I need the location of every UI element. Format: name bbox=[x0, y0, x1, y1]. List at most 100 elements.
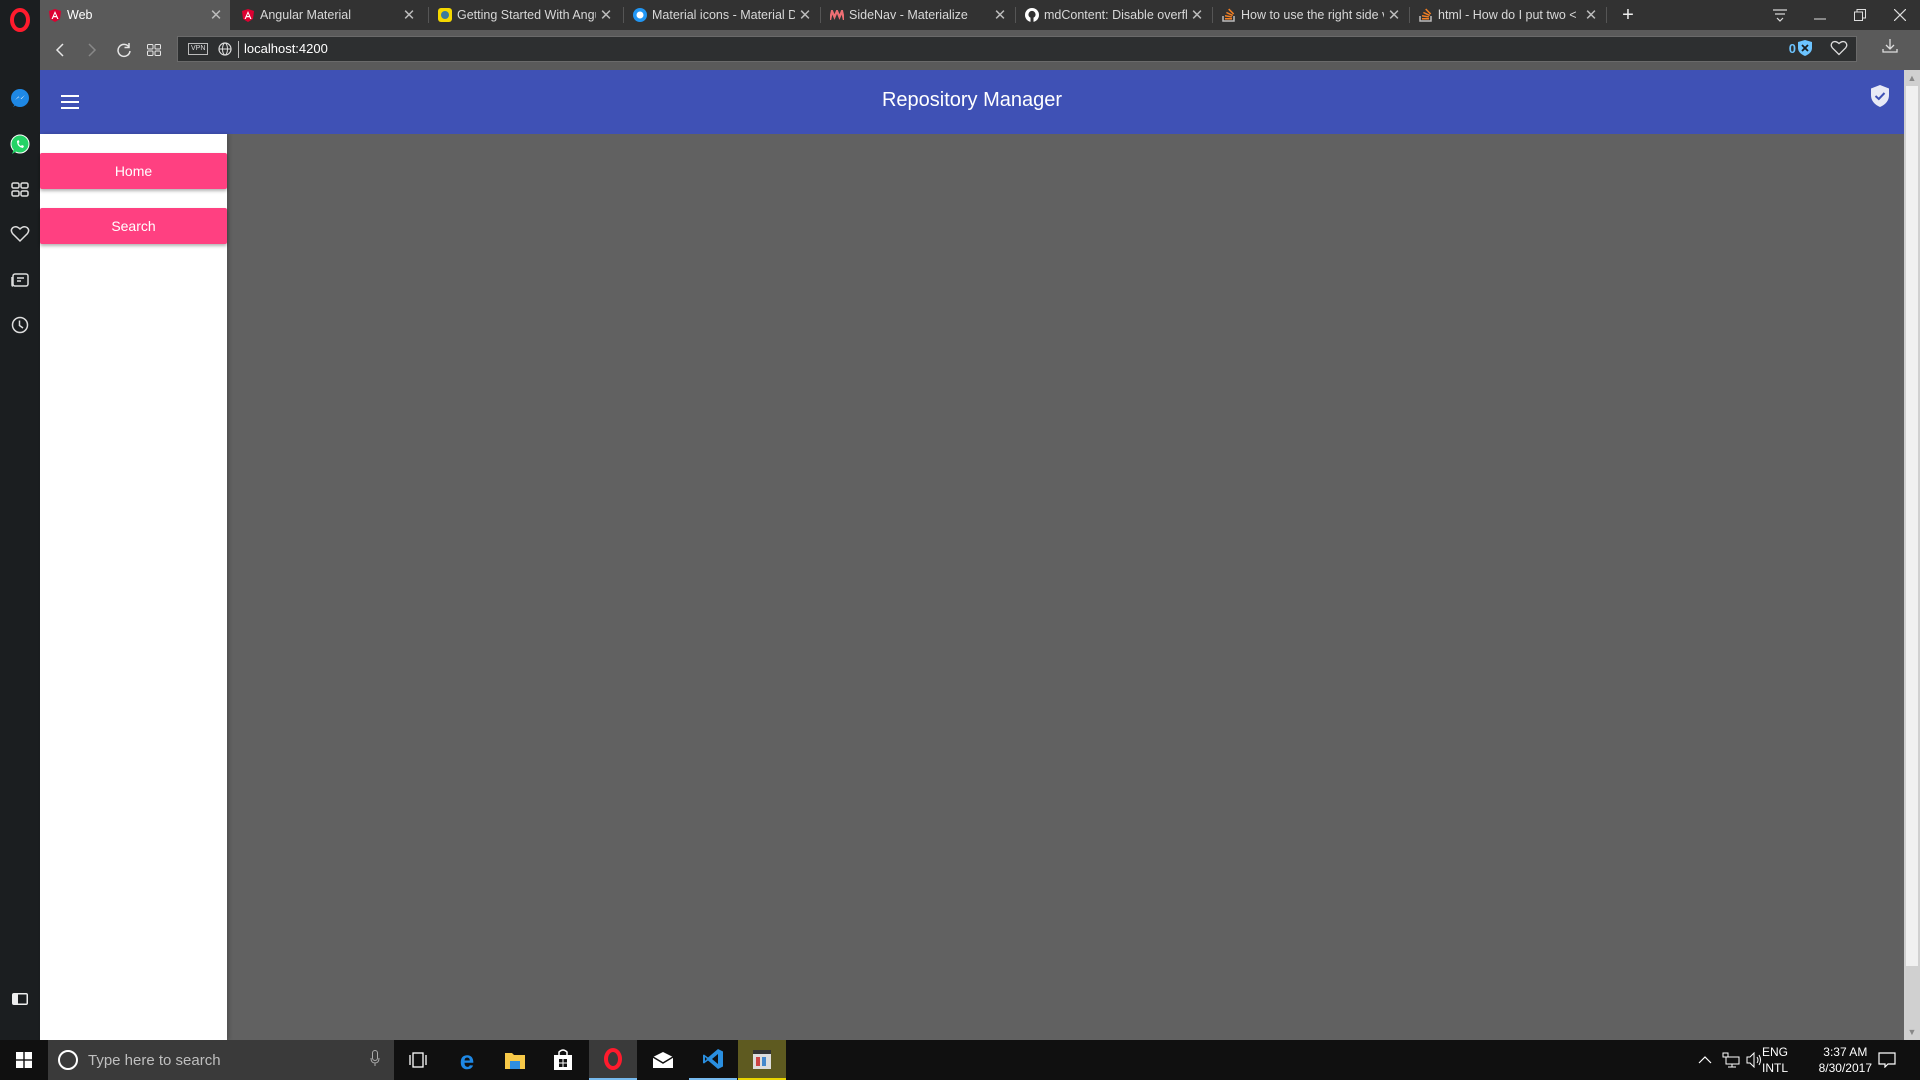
tab-angular-material[interactable]: Angular Material ✕ bbox=[233, 0, 423, 30]
sidenav: Home Search bbox=[40, 134, 227, 1040]
history-clock-icon[interactable] bbox=[8, 313, 32, 337]
close-tab-icon[interactable]: ✕ bbox=[1187, 6, 1207, 24]
tab-separator bbox=[1409, 7, 1410, 23]
close-tab-icon[interactable]: ✕ bbox=[1581, 6, 1601, 24]
close-tab-icon[interactable]: ✕ bbox=[1384, 6, 1404, 24]
verified-shield-icon[interactable] bbox=[1870, 84, 1890, 113]
language-code: ENG bbox=[1761, 1045, 1788, 1059]
angular-icon bbox=[241, 8, 255, 22]
tab-mdcontent-github[interactable]: mdContent: Disable overfl ✕ bbox=[1017, 0, 1211, 30]
tab-menu-icon[interactable] bbox=[1760, 0, 1800, 30]
url-separator bbox=[238, 41, 239, 58]
app-viewport: Repository Manager Home Search bbox=[40, 70, 1904, 1040]
page-scrollbar[interactable]: ▲ ▼ bbox=[1904, 70, 1920, 1040]
tab-separator bbox=[1606, 7, 1607, 23]
microphone-icon[interactable] bbox=[370, 1050, 380, 1069]
globe-icon[interactable] bbox=[218, 42, 232, 61]
tab-separator bbox=[1015, 7, 1016, 23]
url-text[interactable]: localhost:4200 bbox=[244, 41, 328, 56]
stackoverflow-icon bbox=[1419, 8, 1433, 22]
tab-strip: Web ✕ Angular Material ✕ Getting Started… bbox=[40, 0, 1920, 30]
restore-button[interactable] bbox=[1840, 0, 1880, 30]
new-tab-button[interactable]: + bbox=[1608, 0, 1648, 30]
tab-separator bbox=[1212, 7, 1213, 23]
adblock-indicator[interactable]: 0 bbox=[1789, 40, 1812, 56]
tab-stackoverflow-right-side[interactable]: How to use the right side v ✕ bbox=[1214, 0, 1408, 30]
minimize-button[interactable] bbox=[1800, 0, 1840, 30]
file-explorer-icon[interactable] bbox=[491, 1040, 539, 1080]
download-icon[interactable] bbox=[1882, 38, 1898, 59]
opera-logo-icon[interactable] bbox=[8, 8, 32, 32]
speed-dial-icon[interactable] bbox=[8, 178, 32, 202]
github-icon bbox=[1025, 8, 1039, 22]
close-tab-icon[interactable]: ✕ bbox=[399, 6, 419, 24]
bookmarks-heart-icon[interactable] bbox=[8, 222, 32, 246]
tab-title: Angular Material bbox=[260, 8, 352, 22]
materialize-icon bbox=[830, 8, 844, 22]
clock-date: 8/30/2017 bbox=[1818, 1061, 1872, 1075]
angular-icon bbox=[48, 8, 62, 22]
task-view-icon[interactable] bbox=[394, 1040, 442, 1080]
reload-button[interactable] bbox=[112, 38, 136, 62]
opera-sidebar bbox=[0, 0, 40, 1040]
back-button[interactable] bbox=[48, 38, 72, 62]
mail-icon[interactable] bbox=[639, 1040, 687, 1080]
address-bar[interactable]: VPN localhost:4200 0 bbox=[177, 36, 1857, 62]
scroll-thumb[interactable] bbox=[1906, 86, 1918, 966]
adblock-count: 0 bbox=[1788, 40, 1796, 56]
video-app-icon[interactable] bbox=[738, 1040, 786, 1080]
speed-dial-button[interactable] bbox=[142, 38, 166, 62]
browser-navbar: VPN localhost:4200 0 bbox=[40, 30, 1920, 70]
taskbar-clock[interactable]: 3:37 AM 8/30/2017 bbox=[1819, 1044, 1872, 1076]
close-tab-icon[interactable]: ✕ bbox=[990, 6, 1010, 24]
close-tab-icon[interactable]: ✕ bbox=[795, 6, 815, 24]
app-toolbar: Repository Manager bbox=[40, 70, 1904, 134]
tab-separator bbox=[820, 7, 821, 23]
action-center-icon[interactable] bbox=[1878, 1040, 1896, 1080]
language-indicator[interactable]: ENG INTL bbox=[1762, 1044, 1788, 1076]
network-icon[interactable] bbox=[1722, 1040, 1740, 1080]
store-icon[interactable] bbox=[539, 1040, 587, 1080]
tab-title: Getting Started With Angu bbox=[457, 8, 596, 22]
tab-stackoverflow-html[interactable]: html - How do I put two < ✕ bbox=[1411, 0, 1605, 30]
opera-taskbar-icon[interactable] bbox=[589, 1040, 637, 1080]
tab-title: Web bbox=[67, 8, 93, 22]
close-tab-icon[interactable]: ✕ bbox=[596, 6, 616, 24]
windows-start-icon[interactable] bbox=[0, 1040, 48, 1080]
getting-started-icon bbox=[438, 8, 452, 22]
search-button[interactable]: Search bbox=[40, 208, 227, 244]
stackoverflow-icon bbox=[1222, 8, 1236, 22]
material-icons-icon bbox=[633, 8, 647, 22]
search-placeholder: Type here to search bbox=[88, 1052, 221, 1069]
whatsapp-icon[interactable] bbox=[8, 133, 32, 157]
vpn-badge[interactable]: VPN bbox=[188, 43, 209, 55]
tab-getting-started[interactable]: Getting Started With Angu ✕ bbox=[430, 0, 620, 30]
tab-sidenav-materialize[interactable]: SideNav - Materialize ✕ bbox=[822, 0, 1014, 30]
tab-title: Material icons - Material D bbox=[652, 8, 795, 22]
edge-icon[interactable]: e bbox=[443, 1040, 491, 1080]
tab-title: mdContent: Disable overfl bbox=[1044, 8, 1187, 22]
news-icon[interactable] bbox=[8, 268, 32, 292]
clock-time: 3:37 AM bbox=[1823, 1045, 1868, 1059]
home-button[interactable]: Home bbox=[40, 153, 227, 189]
scroll-down-arrow-icon[interactable]: ▼ bbox=[1904, 1024, 1920, 1040]
windows-taskbar: Type here to search e ENG INTL 3:37 AM 8… bbox=[0, 1040, 1920, 1080]
close-tab-icon[interactable]: ✕ bbox=[206, 6, 226, 24]
close-window-button[interactable] bbox=[1880, 0, 1920, 30]
cortana-icon bbox=[58, 1050, 78, 1070]
tab-separator bbox=[623, 7, 624, 23]
forward-button[interactable] bbox=[80, 38, 104, 62]
tab-separator bbox=[428, 7, 429, 23]
show-hidden-icons-chevron-icon[interactable] bbox=[1698, 1040, 1712, 1080]
vscode-icon[interactable] bbox=[689, 1040, 737, 1080]
keyboard-layout: INTL bbox=[1761, 1061, 1788, 1075]
sidebar-toggle-icon[interactable] bbox=[8, 987, 32, 1011]
bookmark-heart-icon[interactable] bbox=[1830, 40, 1848, 61]
taskbar-search-box[interactable]: Type here to search bbox=[48, 1040, 394, 1080]
scroll-up-arrow-icon[interactable]: ▲ bbox=[1904, 70, 1920, 86]
tab-material-icons[interactable]: Material icons - Material D ✕ bbox=[625, 0, 819, 30]
adblock-shield-icon bbox=[1798, 40, 1812, 56]
tab-title: SideNav - Materialize bbox=[849, 8, 968, 22]
messenger-icon[interactable] bbox=[8, 87, 32, 111]
tab-web[interactable]: Web ✕ bbox=[40, 0, 230, 30]
